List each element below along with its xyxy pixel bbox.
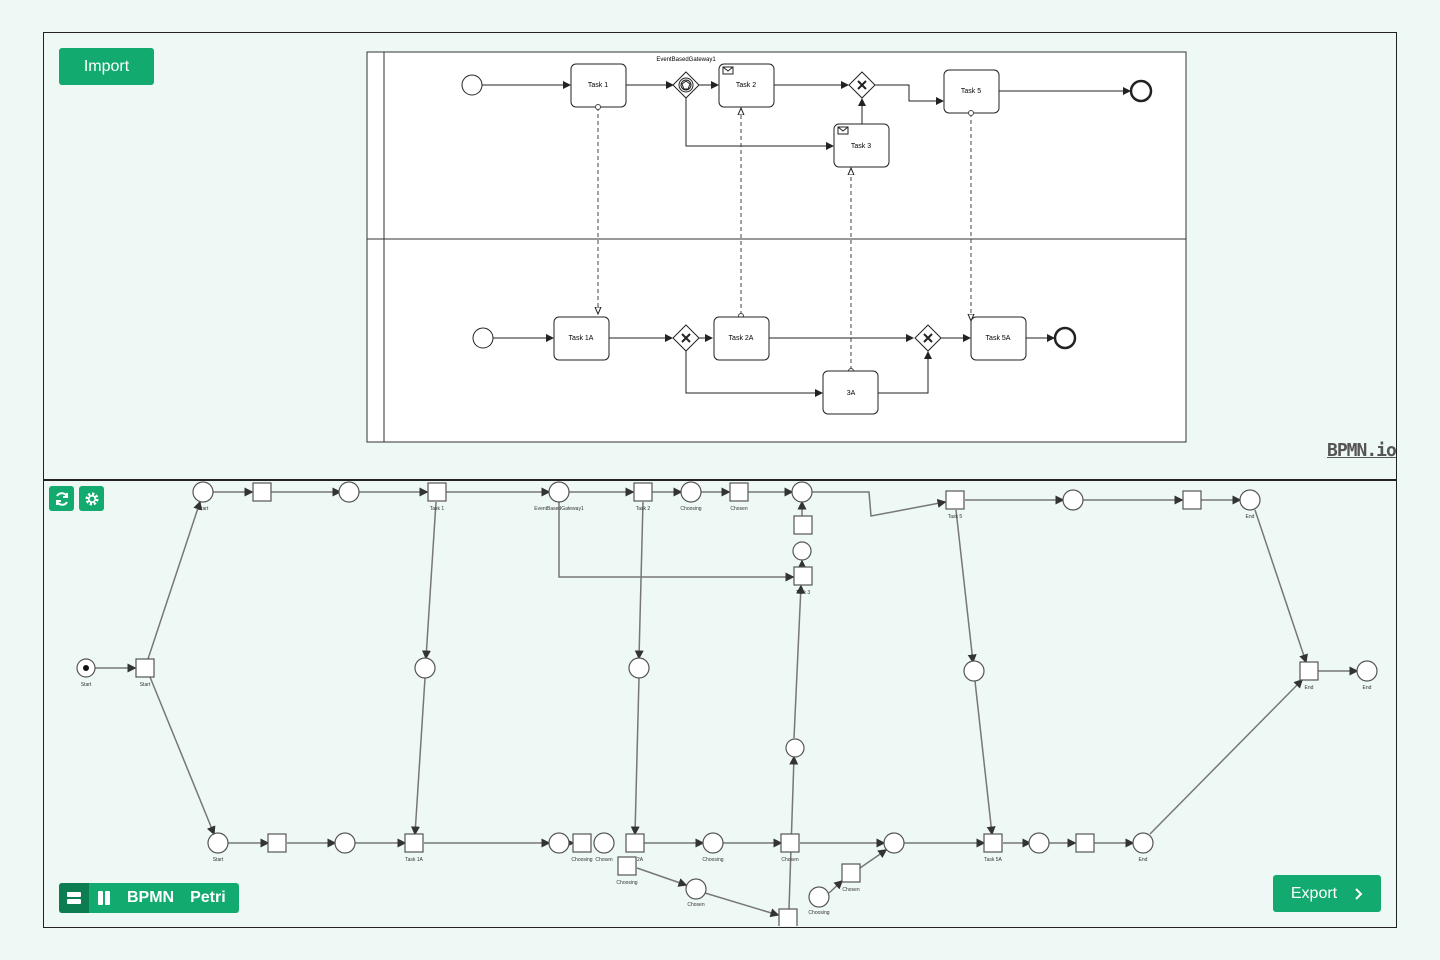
import-label: Import (83, 57, 130, 75)
end-event[interactable] (1053, 326, 1077, 350)
export-button[interactable]: Export (1273, 875, 1381, 912)
rows-layout-icon (67, 892, 81, 904)
gear-icon (85, 492, 98, 505)
petri-label: Chosen (781, 857, 798, 863)
petri-label: Start (81, 682, 92, 688)
task-label: Task 5 (961, 88, 981, 95)
petri-net-diagram[interactable]: Start Start Start Start Task 1 EventBase… (0, 481, 1440, 926)
task-label: Task 2 (736, 82, 756, 89)
petri-view-button[interactable]: Petri (182, 889, 234, 907)
petri-label: Chosen (730, 506, 747, 512)
task-3a[interactable]: 3A (822, 370, 879, 415)
columns-layout-button[interactable] (89, 883, 119, 913)
task-label: Task 5A (986, 335, 1011, 342)
petri-label: EventBasedGateway1 (534, 506, 584, 512)
refresh-button[interactable] (49, 486, 74, 511)
petri-label: Task 3 (796, 590, 811, 596)
petri-label: Choosing (616, 880, 637, 886)
petri-label: 2A (637, 857, 644, 863)
petri-label: Task 5A (984, 857, 1002, 863)
petri-label: Task 2 (636, 506, 651, 512)
task-label: Task 3 (851, 143, 871, 150)
columns-layout-icon (98, 891, 110, 905)
chevron-right-icon (1355, 887, 1363, 900)
petri-label: Start (213, 857, 224, 863)
task-2[interactable]: Task 2 (718, 63, 775, 108)
petri-label: Chosen (687, 902, 704, 908)
task-5[interactable]: Task 5 (943, 69, 1000, 114)
bpmn-diagram[interactable]: Task 1 EventBasedGateway1 Task 2 Task 3 … (0, 0, 1440, 480)
petri-label: Chosen (842, 887, 859, 893)
bpmn-view-button[interactable]: BPMN (119, 889, 182, 907)
petri-label: End (1139, 857, 1148, 863)
task-label: Task 1A (569, 335, 594, 342)
view-toggle: BPMN Petri (59, 883, 239, 913)
bpmn-io-logo[interactable]: BPMN.io (1327, 440, 1397, 461)
petri-label: Start (198, 506, 209, 512)
bpmn-pool (366, 51, 1187, 443)
token (83, 665, 89, 671)
start-event[interactable] (461, 74, 483, 96)
petri-label: End (1363, 685, 1372, 691)
petri-label: Task 1A (405, 857, 423, 863)
petri-label: End (1246, 514, 1255, 520)
petri-label: Start (140, 682, 151, 688)
petri-label: Choosing (680, 506, 701, 512)
petri-label: Chosen (595, 857, 612, 863)
refresh-icon (55, 491, 68, 506)
task-2a[interactable]: Task 2A (713, 316, 770, 361)
task-label: Task 1 (588, 82, 608, 89)
task-5a[interactable]: Task 5A (970, 316, 1027, 361)
task-3[interactable]: Task 3 (833, 123, 890, 168)
petri-label: Choosing (571, 857, 592, 863)
petri-labels: Start Start Start Start Task 1 EventBase… (81, 506, 1372, 916)
export-label: Export (1290, 884, 1338, 902)
petri-label: Task 5 (948, 514, 963, 520)
start-event[interactable] (472, 327, 494, 349)
task-1[interactable]: Task 1 (570, 63, 627, 108)
petri-label: Choosing (808, 910, 829, 916)
task-label: Task 2A (729, 335, 754, 342)
settings-button[interactable] (79, 486, 104, 511)
task-1a[interactable]: Task 1A (553, 316, 610, 361)
petri-label: End (1305, 685, 1314, 691)
import-button[interactable]: Import (59, 48, 154, 85)
gateway-label: EventBasedGateway1 (656, 57, 716, 63)
petri-label: Task 1 (430, 506, 445, 512)
end-event[interactable] (1129, 79, 1153, 103)
task-label: 3A (847, 390, 856, 397)
rows-layout-button[interactable] (59, 883, 89, 913)
petri-label: Choosing (702, 857, 723, 863)
